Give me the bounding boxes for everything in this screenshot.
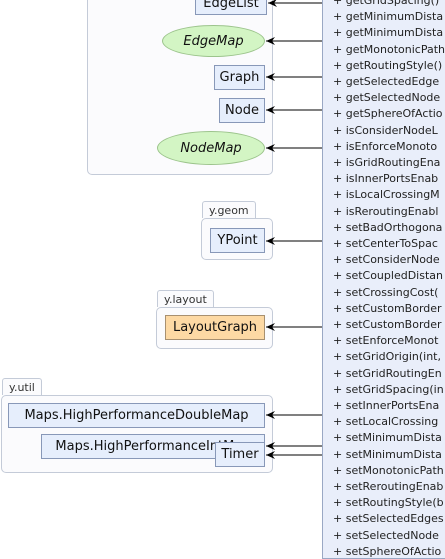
dependency-arrows [266, 0, 322, 459]
